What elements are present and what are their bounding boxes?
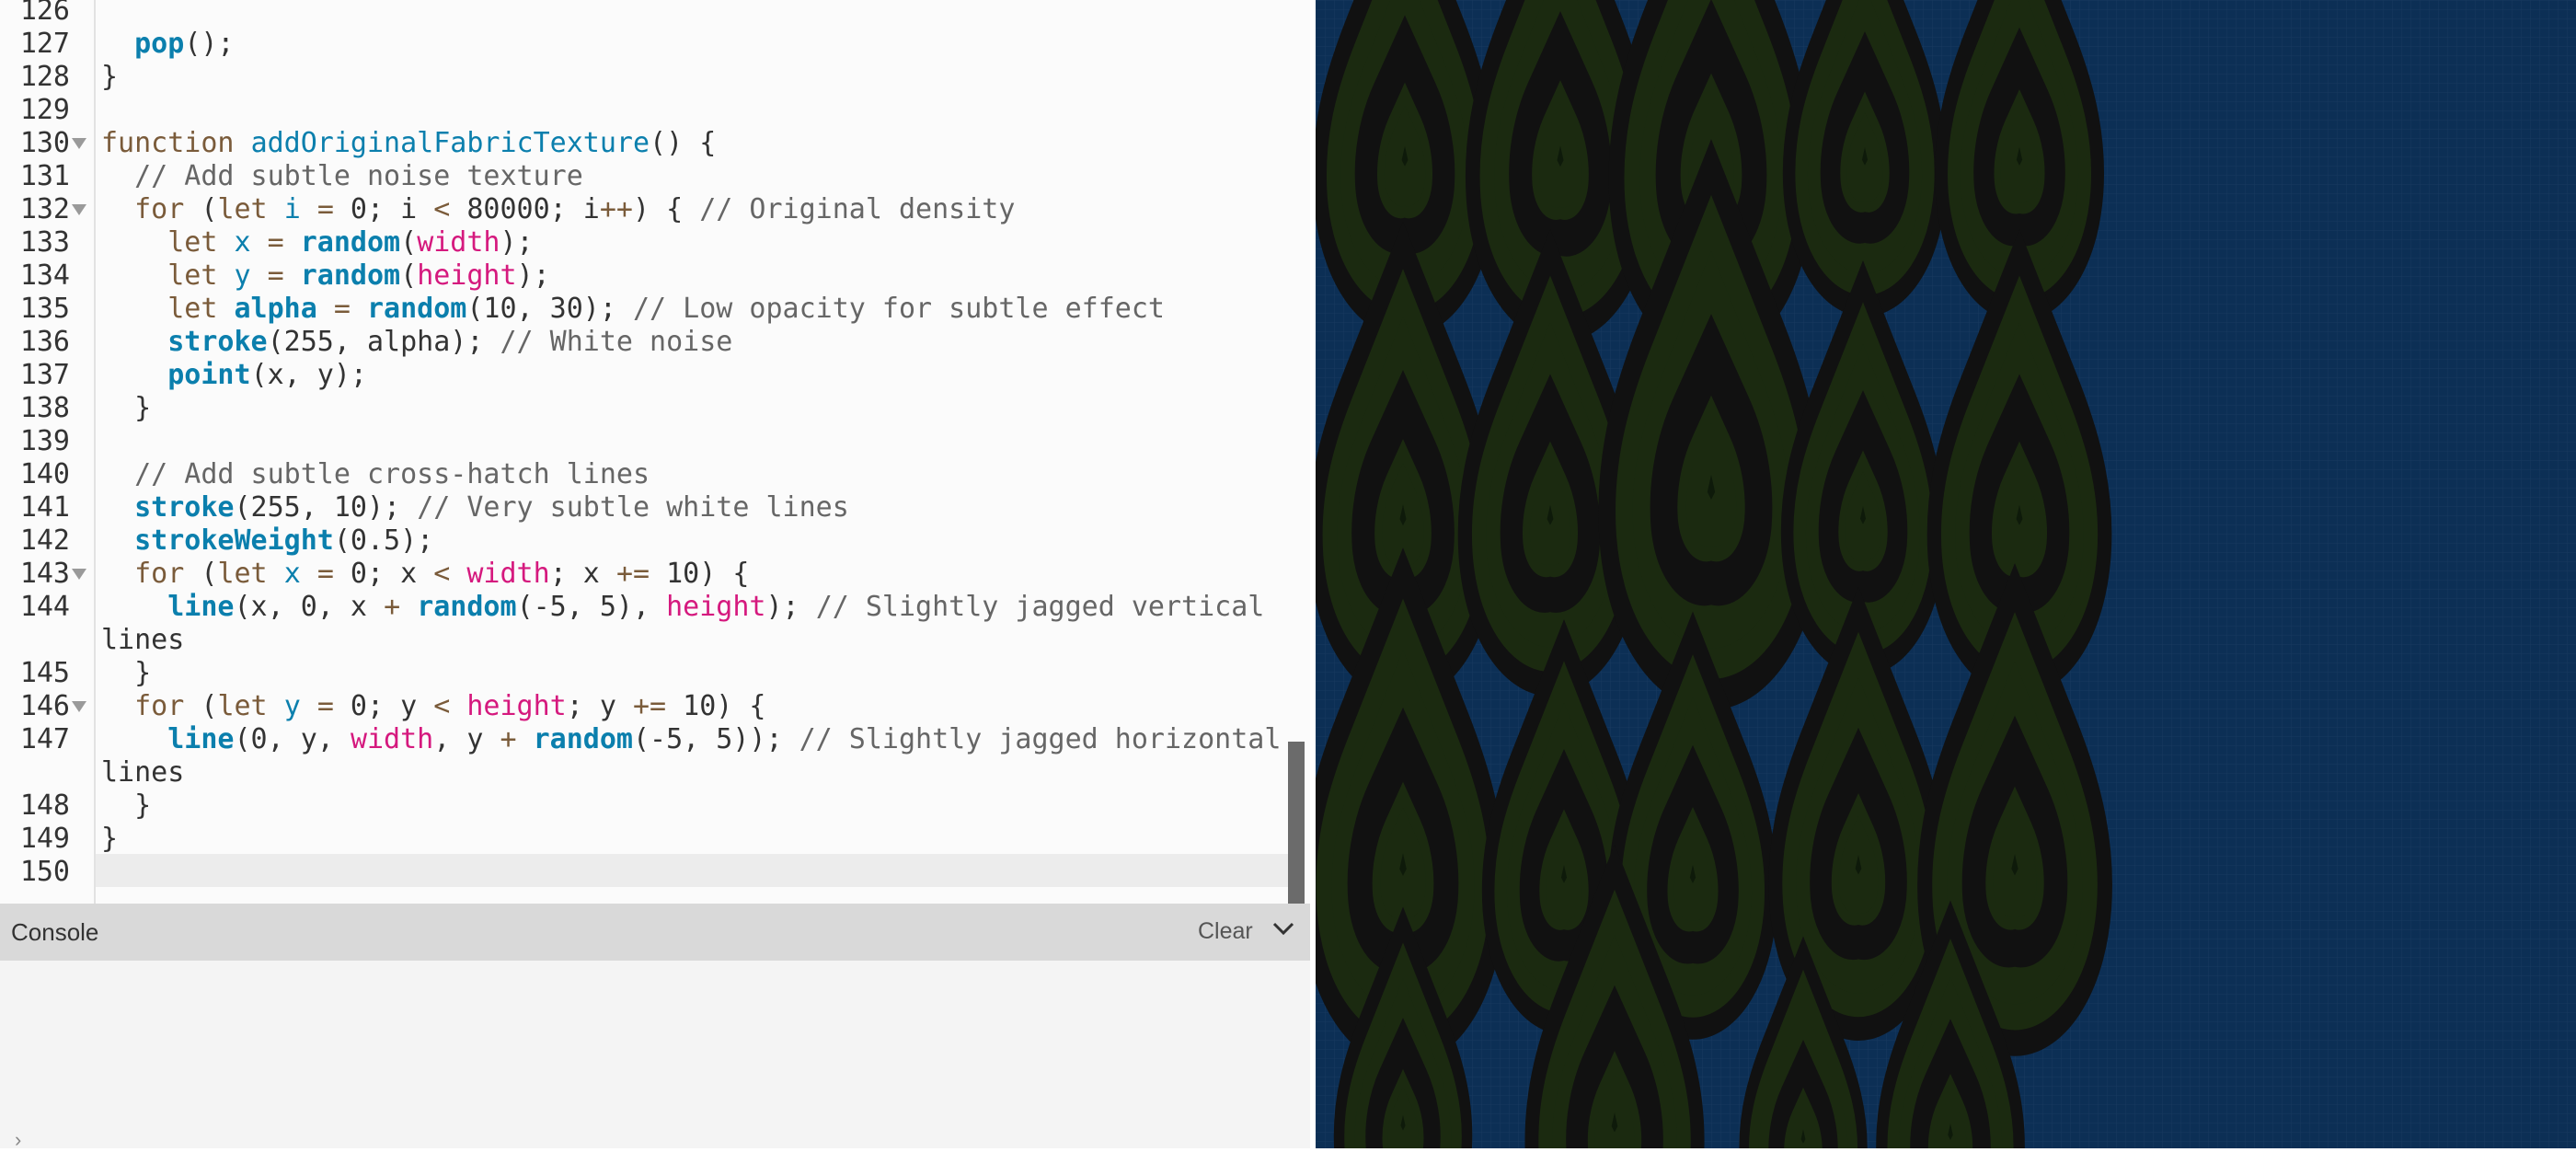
feather-motif [1787, 1080, 1819, 1148]
code-line[interactable]: } [101, 392, 151, 425]
fold-triangle-icon[interactable] [72, 701, 86, 712]
line-number: 132 [19, 193, 70, 225]
editor-scrollbar[interactable] [1288, 742, 1305, 904]
code-line[interactable]: let y = random(height); [101, 259, 549, 293]
line-number: 139 [19, 425, 70, 457]
line-number: 142 [19, 524, 70, 557]
line-number: 136 [19, 326, 70, 358]
code-line[interactable]: // Add subtle noise texture [101, 160, 583, 193]
console-clear-button[interactable]: Clear [1198, 918, 1253, 945]
feather-motif [1844, 86, 1885, 217]
feather-motif [1592, 1046, 1637, 1148]
console-title: Console [11, 918, 99, 946]
fold-triangle-icon[interactable] [72, 569, 86, 580]
line-number: 131 [19, 160, 70, 192]
line-number: 148 [19, 789, 70, 822]
line-number: 127 [19, 28, 70, 60]
console-output[interactable] [0, 961, 1310, 1148]
code-line[interactable]: // Add subtle cross-hatch lines [101, 458, 650, 491]
code-line[interactable]: lines [101, 756, 184, 789]
line-number: 134 [19, 259, 70, 292]
active-line-highlight [96, 854, 1288, 887]
line-number: 130 [19, 127, 70, 159]
code-line[interactable]: } [101, 657, 151, 690]
line-number: 146 [19, 690, 70, 722]
fold-triangle-icon[interactable] [72, 138, 86, 149]
code-line[interactable]: } [101, 789, 151, 823]
line-number: 145 [19, 657, 70, 689]
code-line[interactable]: for (let y = 0; y < height; y += 10) { [101, 690, 765, 723]
feather-motif [1543, 803, 1584, 935]
chevron-down-icon[interactable] [1270, 915, 1297, 942]
line-number: 150 [19, 856, 70, 888]
code-line[interactable]: } [101, 823, 118, 856]
code-line[interactable]: strokeWeight(0.5); [101, 524, 433, 558]
feather-motif [1683, 392, 1740, 573]
line-number: 141 [19, 491, 70, 524]
feather-motif [1386, 1063, 1420, 1148]
feather-motif [1536, 75, 1584, 228]
line-number: 149 [19, 823, 70, 855]
code-line[interactable]: lines [101, 624, 184, 657]
line-number: 128 [19, 61, 70, 93]
console-header: Console Clear [0, 904, 1310, 961]
line-number: 144 [19, 591, 70, 623]
code-line[interactable]: point(x, y); [101, 359, 367, 392]
code-line[interactable]: stroke(255, 10); // Very subtle white li… [101, 491, 849, 524]
line-number: 137 [19, 359, 70, 391]
feather-motif [1842, 444, 1883, 576]
code-line[interactable]: let x = random(width); [101, 226, 533, 259]
feather-motif [1990, 782, 2040, 939]
sketch-canvas [1316, 0, 2576, 1148]
code-line[interactable]: let alpha = random(10, 30); // Low opaci… [101, 293, 1165, 326]
code-editor[interactable]: 126 127 128 129 130 131 132 133 134 135 … [0, 0, 1310, 904]
feather-motif [1932, 1067, 1970, 1148]
code-line[interactable]: for (let x = 0; x < width; x += 10) { [101, 558, 749, 591]
code-line[interactable]: function addOriginalFabricTexture() { [101, 127, 716, 160]
line-number: 126 [19, 0, 70, 27]
console-prompt[interactable]: › [15, 1128, 21, 1152]
feather-motif [1382, 77, 1429, 225]
line-number: 129 [19, 94, 70, 126]
code-line[interactable]: } [101, 61, 118, 94]
line-number: 143 [19, 558, 70, 590]
line-number: 135 [19, 293, 70, 325]
line-number: 140 [19, 458, 70, 490]
feather-motif [1672, 801, 1715, 938]
line-number: 147 [19, 723, 70, 755]
code-line[interactable]: for (let i = 0; i < 80000; i++) { // Ori… [101, 193, 1015, 226]
code-line[interactable]: stroke(255, alpha); // White noise [101, 326, 732, 359]
feather-motif [1527, 436, 1574, 584]
code-line[interactable]: line(x, 0, x + random(-5, 5), height); /… [101, 591, 1264, 624]
line-number: 133 [19, 226, 70, 259]
sketch-preview [1316, 0, 2576, 1148]
code-line[interactable]: pop(); [101, 28, 234, 61]
feather-motif [1835, 789, 1880, 933]
feather-motif [1996, 436, 2043, 584]
feather-motif [1998, 84, 2041, 220]
feather-motifs [1377, 69, 2043, 1148]
fold-triangle-icon[interactable] [72, 204, 86, 215]
line-number: 138 [19, 392, 70, 424]
code-line[interactable]: line(0, y, width, y + random(-5, 5)); //… [101, 723, 1281, 756]
